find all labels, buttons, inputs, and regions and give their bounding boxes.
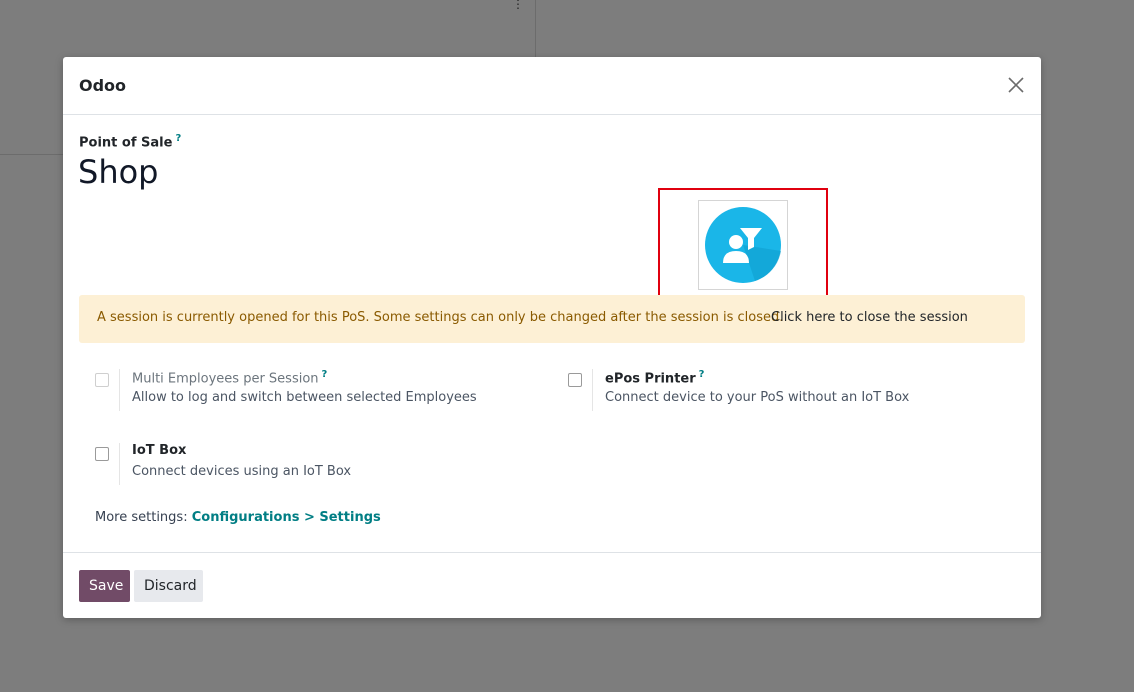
setting-title-text: ePos Printer	[605, 371, 696, 387]
setting-divider	[592, 369, 593, 411]
help-tooltip-icon[interactable]: ?	[699, 369, 705, 380]
setting-divider	[119, 369, 120, 411]
setting-description: Allow to log and switch between selected…	[132, 390, 477, 405]
more-settings-label: More settings:	[95, 510, 188, 525]
save-button[interactable]: Save	[79, 570, 130, 602]
dialog-footer: Save Discard	[63, 552, 1041, 619]
setting-divider	[119, 443, 120, 485]
dialog-header: Odoo	[63, 57, 1041, 115]
kebab-menu-icon: ⋮	[512, 0, 524, 11]
setting-description: Connect device to your PoS without an Io…	[605, 390, 910, 405]
field-label-point-of-sale: Point of Sale?	[79, 133, 181, 150]
setting-description: Connect devices using an IoT Box	[132, 464, 352, 479]
configurations-settings-link[interactable]: Configurations > Settings	[192, 510, 381, 525]
alert-message: A session is currently opened for this P…	[97, 310, 784, 325]
setting-title: Multi Employees per Session?	[132, 369, 327, 386]
dialog-title: Odoo	[79, 76, 127, 95]
setting-title-text: Multi Employees per Session	[132, 371, 319, 387]
iot-box-checkbox[interactable]	[95, 447, 109, 461]
close-session-link[interactable]: Click here to close the session	[771, 310, 968, 325]
more-settings: More settings: Configurations > Settings	[95, 510, 381, 525]
close-icon	[1008, 77, 1024, 93]
epos-printer-checkbox[interactable]	[568, 373, 582, 387]
close-button[interactable]	[1005, 74, 1027, 96]
help-tooltip-icon[interactable]: ?	[322, 369, 328, 380]
settings-dialog: Odoo Point of Sale? Shop A session is cu…	[63, 57, 1041, 618]
help-tooltip-icon[interactable]: ?	[175, 133, 181, 144]
setting-title: ePos Printer?	[605, 369, 704, 386]
discard-button[interactable]: Discard	[134, 570, 203, 602]
field-label-text: Point of Sale	[79, 135, 173, 151]
background-divider	[535, 0, 536, 58]
pos-image-field[interactable]	[698, 200, 788, 290]
session-warning-alert: A session is currently opened for this P…	[79, 295, 1025, 343]
user-funnel-icon	[705, 207, 781, 283]
multi-employees-checkbox[interactable]	[95, 373, 109, 387]
record-name: Shop	[78, 153, 159, 191]
setting-title: IoT Box	[132, 443, 187, 458]
background-divider	[0, 154, 64, 155]
